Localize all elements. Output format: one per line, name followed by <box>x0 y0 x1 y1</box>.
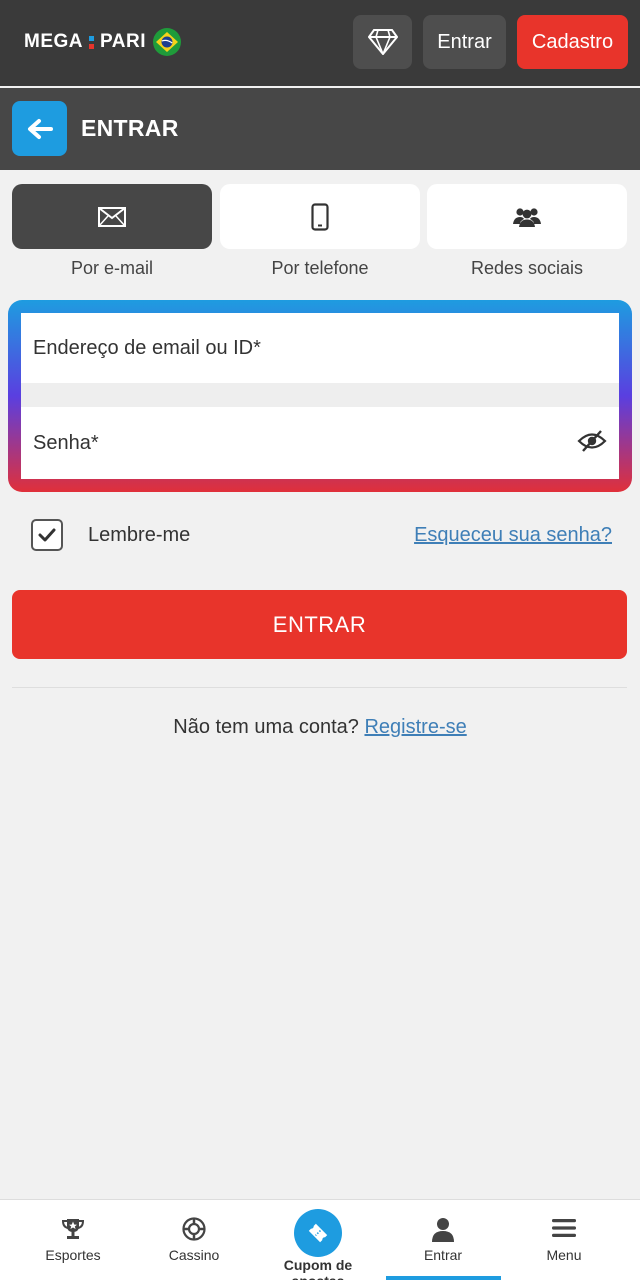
nav-sports-label: Esportes <box>45 1247 101 1263</box>
nav-casino[interactable]: Cassino <box>133 1200 255 1280</box>
check-icon <box>38 528 56 542</box>
user-icon <box>432 1218 454 1242</box>
top-bar: MEGA PARI Entrar Cadastro <box>0 0 640 86</box>
login-form: Endereço de email ou ID* Senha* <box>8 300 632 492</box>
remember-label: Lembre-me <box>88 524 191 546</box>
megapari-logo[interactable]: MEGA PARI <box>24 26 182 58</box>
nav-active-indicator <box>386 1276 501 1280</box>
nav-menu-label: Menu <box>546 1247 582 1263</box>
diamond-icon <box>367 29 398 55</box>
nav-login[interactable]: Entrar <box>382 1200 504 1280</box>
register-button[interactable]: Cadastro <box>517 15 628 69</box>
logo-text-right: PARI <box>100 31 146 52</box>
tab-email-label: Por e-mail <box>70 258 154 278</box>
nav-sports[interactable]: Esportes <box>12 1200 134 1280</box>
nav-login-label: Entrar <box>423 1247 463 1263</box>
vip-diamond-button[interactable] <box>353 15 412 69</box>
remember-checkbox[interactable] <box>31 519 63 551</box>
logo-text-left: MEGA <box>24 31 83 52</box>
tab-email[interactable] <box>12 184 212 249</box>
top-login-button[interactable]: Entrar <box>423 15 506 69</box>
casino-chip-icon <box>182 1217 206 1241</box>
password-placeholder: Senha* <box>33 431 99 454</box>
bet-slip-circle <box>294 1209 342 1257</box>
signup-prompt: Não tem uma conta? Registre-se <box>0 716 640 739</box>
email-placeholder: Endereço de email ou ID* <box>33 336 261 359</box>
tab-phone-label: Por telefone <box>271 258 369 278</box>
email-field[interactable]: Endereço de email ou ID* <box>21 313 619 383</box>
forgot-password-link[interactable]: Esqueceu sua senha? <box>414 524 612 547</box>
brazil-flag-icon <box>152 28 181 56</box>
ticket-icon <box>308 1223 328 1243</box>
signup-link[interactable]: Registre-se <box>364 716 466 738</box>
logo-separator <box>89 35 94 49</box>
password-field[interactable]: Senha* <box>21 407 619 479</box>
page-title: ENTRAR <box>81 115 179 141</box>
envelope-icon <box>98 206 126 227</box>
tab-social[interactable] <box>427 184 627 249</box>
login-button[interactable]: ENTRAR <box>12 590 627 659</box>
nav-casino-label: Cassino <box>168 1247 220 1263</box>
tab-phone[interactable] <box>220 184 420 249</box>
tab-social-label: Redes sociais <box>470 258 584 278</box>
form-fields: Endereço de email ou ID* Senha* <box>21 313 619 479</box>
users-icon <box>513 207 541 227</box>
nav-menu[interactable]: Menu <box>503 1200 625 1280</box>
arrow-left-icon <box>27 118 53 139</box>
phone-icon <box>311 202 329 231</box>
divider <box>12 687 627 688</box>
hamburger-icon <box>552 1219 576 1237</box>
nav-bet-slip-label: Cupom de apostas <box>283 1257 353 1280</box>
nav-bet-slip[interactable]: Cupom de apostas <box>257 1200 379 1280</box>
eye-slash-icon[interactable] <box>577 429 607 453</box>
back-button[interactable] <box>12 101 67 156</box>
signup-text: Não tem uma conta? <box>173 716 359 738</box>
trophy-icon <box>61 1219 85 1239</box>
bottom-nav: Esportes Cassino Cupom de apostas <box>0 1199 640 1280</box>
page-header: ENTRAR <box>0 88 640 170</box>
